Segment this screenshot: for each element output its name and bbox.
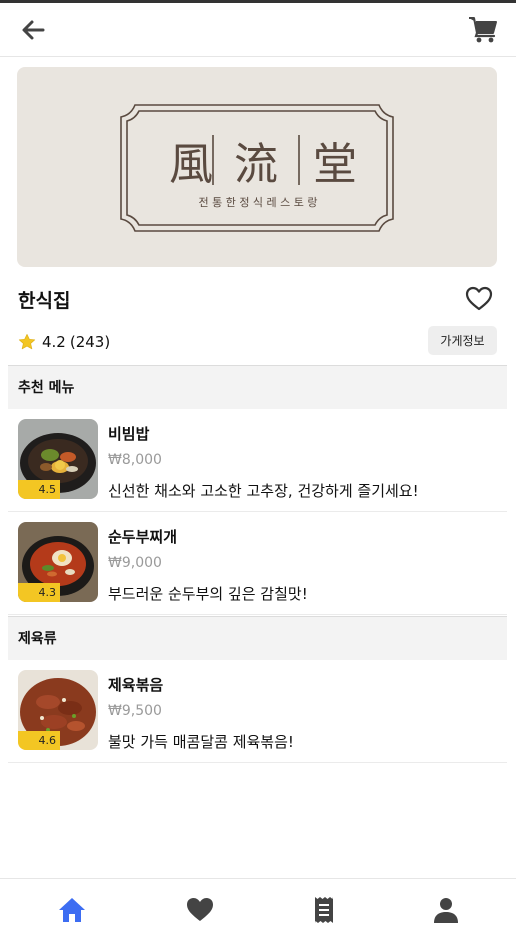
shopping-cart-icon <box>469 17 497 43</box>
receipt-icon <box>315 897 333 923</box>
menu-item-jeyuk-bokkeum[interactable]: 4.6 제육볶음 ₩9,500 불맛 가득 매콤달콤 제육볶음! <box>8 660 507 763</box>
rating-value: 4.2 <box>42 333 66 351</box>
logo-char-2: 流 <box>234 139 278 190</box>
menu-item-name: 순두부찌개 <box>108 528 178 546</box>
menu-item-description: 신선한 채소와 고소한 고추장, 건강하게 즐기세요! <box>108 482 419 500</box>
menu-item-description: 불맛 가득 매콤달콤 제육볶음! <box>108 733 294 751</box>
store-info-button[interactable]: 가게정보 <box>428 326 497 355</box>
store-logo: 風 流 堂 전 통 한 정 식 레 스 토 랑 <box>120 104 394 232</box>
favorite-button[interactable] <box>465 286 493 312</box>
star-icon <box>18 333 36 350</box>
menu-item-photo: 4.5 <box>18 419 98 499</box>
user-icon <box>434 898 458 923</box>
rating-badge: 4.3 <box>18 583 60 602</box>
cart-button[interactable] <box>468 14 498 44</box>
section-title: 추천 메뉴 <box>8 365 507 409</box>
menu-section-jeyuk: 제육류 4.6 제육볶음 ₩9,500 불맛 가득 매콤달콤 제육볶음! <box>8 616 507 763</box>
menu-item-photo: 4.3 <box>18 522 98 602</box>
review-count: (243) <box>69 333 111 351</box>
menu-item-description: 부드러운 순두부의 깊은 감칠맛! <box>108 585 308 603</box>
menu-item-sundubu[interactable]: 4.3 순두부찌개 ₩9,000 부드러운 순두부의 깊은 감칠맛! <box>8 512 507 615</box>
logo-subtitle: 전 통 한 정 식 레 스 토 랑 <box>198 196 317 209</box>
top-app-bar <box>0 3 516 57</box>
section-title: 제육류 <box>8 616 507 660</box>
tab-profile[interactable] <box>431 895 461 925</box>
back-button[interactable] <box>18 15 48 45</box>
menu-item-price: ₩9,000 <box>108 555 162 571</box>
heart-outline-icon <box>465 286 493 311</box>
rating-badge: 4.6 <box>18 731 60 750</box>
menu-item-name: 제육볶음 <box>108 676 164 694</box>
heart-icon <box>187 898 213 921</box>
tab-orders[interactable] <box>309 895 339 925</box>
tab-favorites[interactable] <box>185 895 215 925</box>
menu-item-photo: 4.6 <box>18 670 98 750</box>
menu-item-name: 비빔밥 <box>108 425 150 443</box>
tab-home[interactable] <box>57 895 87 925</box>
store-rating: 4.2 (243) <box>18 331 110 353</box>
menu-item-bibimbap[interactable]: 4.5 비빔밥 ₩8,000 신선한 채소와 고소한 고추장, 건강하게 즐기세… <box>8 409 507 512</box>
menu-item-price: ₩9,500 <box>108 703 162 719</box>
rating-badge: 4.5 <box>18 480 60 499</box>
home-icon <box>59 898 85 922</box>
arrow-left-icon <box>22 20 45 40</box>
store-name: 한식집 <box>18 290 71 312</box>
logo-char-3: 堂 <box>313 139 357 190</box>
menu-item-price: ₩8,000 <box>108 452 162 468</box>
bottom-tab-bar <box>0 878 516 941</box>
menu-section-recommended: 추천 메뉴 4.5 비빔밥 ₩8,000 신선한 채소와 고소한 고추장, 건강… <box>8 365 507 615</box>
store-banner: 風 流 堂 전 통 한 정 식 레 스 토 랑 <box>17 67 497 267</box>
logo-char-1: 風 <box>169 139 213 190</box>
